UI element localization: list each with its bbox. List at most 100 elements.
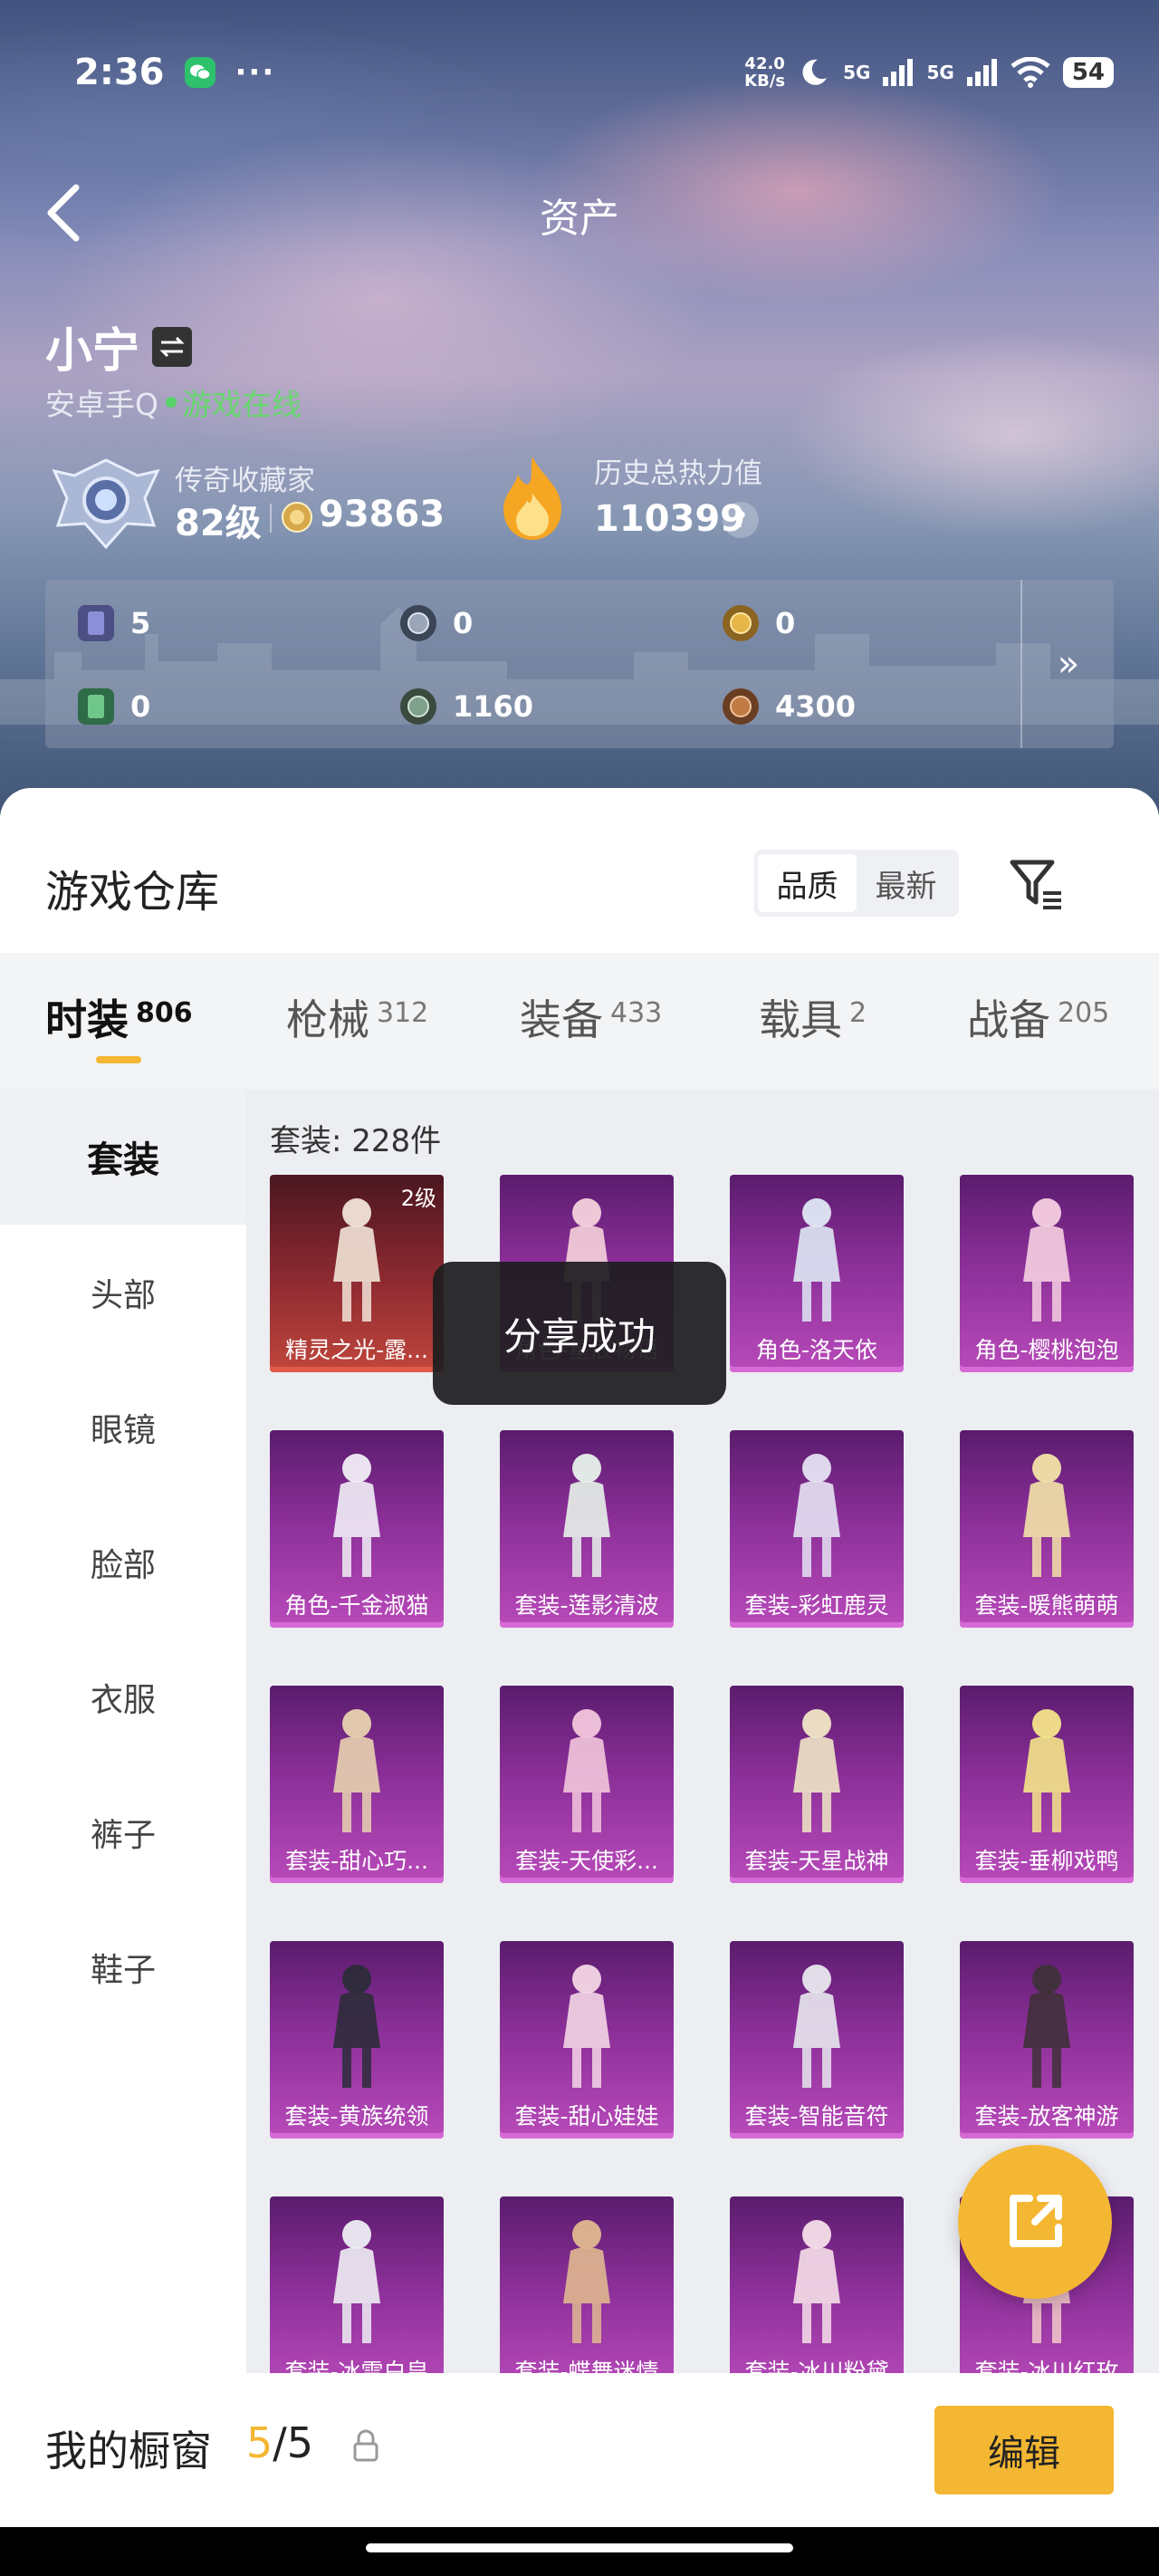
outfit-figure-image	[333, 2220, 380, 2343]
outfit-card[interactable]: 套装-甜心巧...	[270, 1686, 444, 1883]
outfit-figure-image	[563, 1709, 610, 1832]
resource-value: 0	[453, 606, 474, 640]
outfit-figure-image	[1023, 1198, 1070, 1322]
tab-combat-gear[interactable]: 战备 205	[967, 987, 1109, 1047]
tab-count: 205	[1058, 997, 1110, 1029]
tab-label: 装备	[520, 995, 603, 1044]
tab-count: 2	[849, 997, 867, 1029]
net-speed-unit: KB/s	[744, 72, 786, 91]
status-bar: 2:36 ··· 42.0 KB/s 5G 5G 54	[74, 47, 1114, 98]
outfit-card[interactable]: 角色-樱桃泡泡	[960, 1175, 1134, 1372]
warehouse-title: 游戏仓库	[45, 867, 220, 918]
fire-heat-icon	[503, 457, 561, 540]
outfit-name: 套装-甜心巧...	[285, 1848, 428, 1874]
outfit-card[interactable]: 2级精灵之光-露...	[270, 1175, 444, 1372]
collector-rank-badge-icon	[52, 458, 160, 550]
sidebar-item-glasses[interactable]: 眼镜	[0, 1360, 246, 1495]
showcase-count: 5/5	[246, 2418, 313, 2467]
outfit-card[interactable]: 套装-蝶舞迷情	[500, 2196, 674, 2394]
help-icon[interactable]: ?	[723, 502, 759, 538]
outfit-figure-image	[793, 1709, 840, 1832]
outfit-card[interactable]: 角色-千金淑猫	[270, 1430, 444, 1628]
outfit-card[interactable]: 套装-甜心娃娃	[500, 1941, 674, 2139]
outfit-figure-image	[1023, 1709, 1070, 1832]
battery-level: 54	[1062, 57, 1114, 88]
resource-item: 4300	[723, 688, 856, 725]
sidebar-item-shoes[interactable]: 鞋子	[0, 1899, 246, 2035]
profile-subline: 安卓手Q 游戏在线	[45, 380, 302, 424]
collector-level: 82级	[175, 503, 262, 544]
outfit-figure-image	[333, 1454, 380, 1577]
sort-newest-option[interactable]: 最新	[857, 854, 955, 912]
subcategory-sidebar: 套装 头部 眼镜 脸部 衣服 裤子 鞋子	[0, 1089, 246, 2576]
resource-item: 0	[723, 605, 795, 641]
home-indicator	[0, 2527, 1159, 2576]
tab-equipment[interactable]: 装备 433	[520, 987, 662, 1047]
outfit-card[interactable]: 套装-垂柳戏鸭	[960, 1686, 1134, 1883]
sidebar-item-face[interactable]: 脸部	[0, 1495, 246, 1630]
wifi-icon	[1011, 57, 1050, 88]
sidebar-item-clothes[interactable]: 衣服	[0, 1629, 246, 1765]
sort-quality-option[interactable]: 品质	[758, 854, 857, 912]
outfit-figure-image	[563, 1965, 610, 2088]
profile-name-row: 小宁	[45, 312, 193, 380]
tab-fashion[interactable]: 时装 806	[45, 987, 193, 1047]
outfit-name: 套装-垂柳戏鸭	[974, 1848, 1119, 1874]
outfit-card[interactable]: 套装-天星战神	[730, 1686, 904, 1883]
outfit-card[interactable]: 套装-彩虹鹿灵	[730, 1430, 904, 1628]
tab-label: 载具	[759, 995, 842, 1044]
signal-5g-label-1: 5G	[843, 62, 871, 83]
wechat-notification-icon	[184, 57, 216, 88]
signal-bars-icon-1	[883, 59, 914, 86]
tab-count: 806	[136, 997, 193, 1029]
outfit-figure-image	[793, 1198, 840, 1322]
profile-name: 小宁	[45, 324, 140, 379]
outfit-card[interactable]: 套装-冰川粉黛	[730, 2196, 904, 2394]
sidebar-item-pants[interactable]: 裤子	[0, 1764, 246, 1900]
tab-guns[interactable]: 枪械 312	[286, 987, 428, 1047]
outfit-name: 套装-智能音符	[744, 2103, 889, 2129]
sidebar-item-head[interactable]: 头部	[0, 1225, 246, 1360]
outfit-card[interactable]: 套装-暖熊萌萌	[960, 1430, 1134, 1628]
outfit-card[interactable]: 套装-冰雪白皇	[270, 2196, 444, 2394]
tab-vehicles[interactable]: 载具 2	[759, 987, 867, 1047]
lock-icon	[353, 2429, 378, 2462]
share-icon	[1010, 2195, 1062, 2247]
sidebar-item-suits[interactable]: 套装	[0, 1089, 246, 1225]
outfit-name: 精灵之光-露...	[285, 1337, 428, 1363]
switch-account-icon[interactable]	[152, 326, 193, 367]
share-button[interactable]	[958, 2145, 1112, 2299]
resource-item: 0	[400, 605, 473, 641]
outfit-figure-image	[563, 1454, 610, 1577]
outfit-card[interactable]: 角色-洛天依	[730, 1175, 904, 1372]
tab-label: 时装	[45, 995, 129, 1044]
collector-divider	[270, 504, 272, 533]
showcase-label: 我的橱窗	[45, 2427, 212, 2475]
outfit-name: 套装-黄族统领	[284, 2103, 429, 2129]
outfit-figure-image	[793, 1965, 840, 2088]
bronze-coin-icon	[723, 688, 759, 725]
outfit-name: 套装-莲影清波	[514, 1592, 659, 1619]
outfit-card[interactable]: 套装-智能音符	[730, 1941, 904, 2139]
outfit-card[interactable]: 套装-莲影清波	[500, 1430, 674, 1628]
green-coin-icon	[400, 688, 436, 725]
warehouse-sheet: 游戏仓库 品质 最新 时装 806 枪械 312 装备 433 载具 2 战备 205 套…	[0, 788, 1159, 2576]
resources-more-button[interactable]: »	[1041, 634, 1096, 694]
outfit-figure-image	[563, 2220, 610, 2343]
collector-score: 93863	[319, 494, 445, 535]
edit-button[interactable]: 编辑	[934, 2406, 1114, 2494]
outfit-name: 套装-天星战神	[744, 1848, 889, 1874]
outfit-card[interactable]: 套装-天使彩...	[500, 1686, 674, 1883]
resource-item: 5	[78, 605, 150, 641]
outfit-name: 角色-洛天依	[755, 1337, 878, 1363]
item-count-label: 套装: 228件	[270, 1123, 442, 1159]
outfit-card[interactable]: 套装-黄族统领	[270, 1941, 444, 2139]
page-title: 资产	[540, 196, 619, 242]
resource-value: 4300	[775, 689, 857, 724]
resources-panel[interactable]: 5 0 0 0 1160 4300 »	[45, 580, 1114, 748]
outfit-card[interactable]: 套装-放客神游	[960, 1941, 1134, 2139]
filter-icon[interactable]	[1005, 851, 1068, 915]
profile-platform: 安卓手Q	[45, 387, 158, 422]
level-tag: 2级	[400, 1186, 436, 1211]
outfit-name: 套装-天使彩...	[515, 1848, 658, 1874]
